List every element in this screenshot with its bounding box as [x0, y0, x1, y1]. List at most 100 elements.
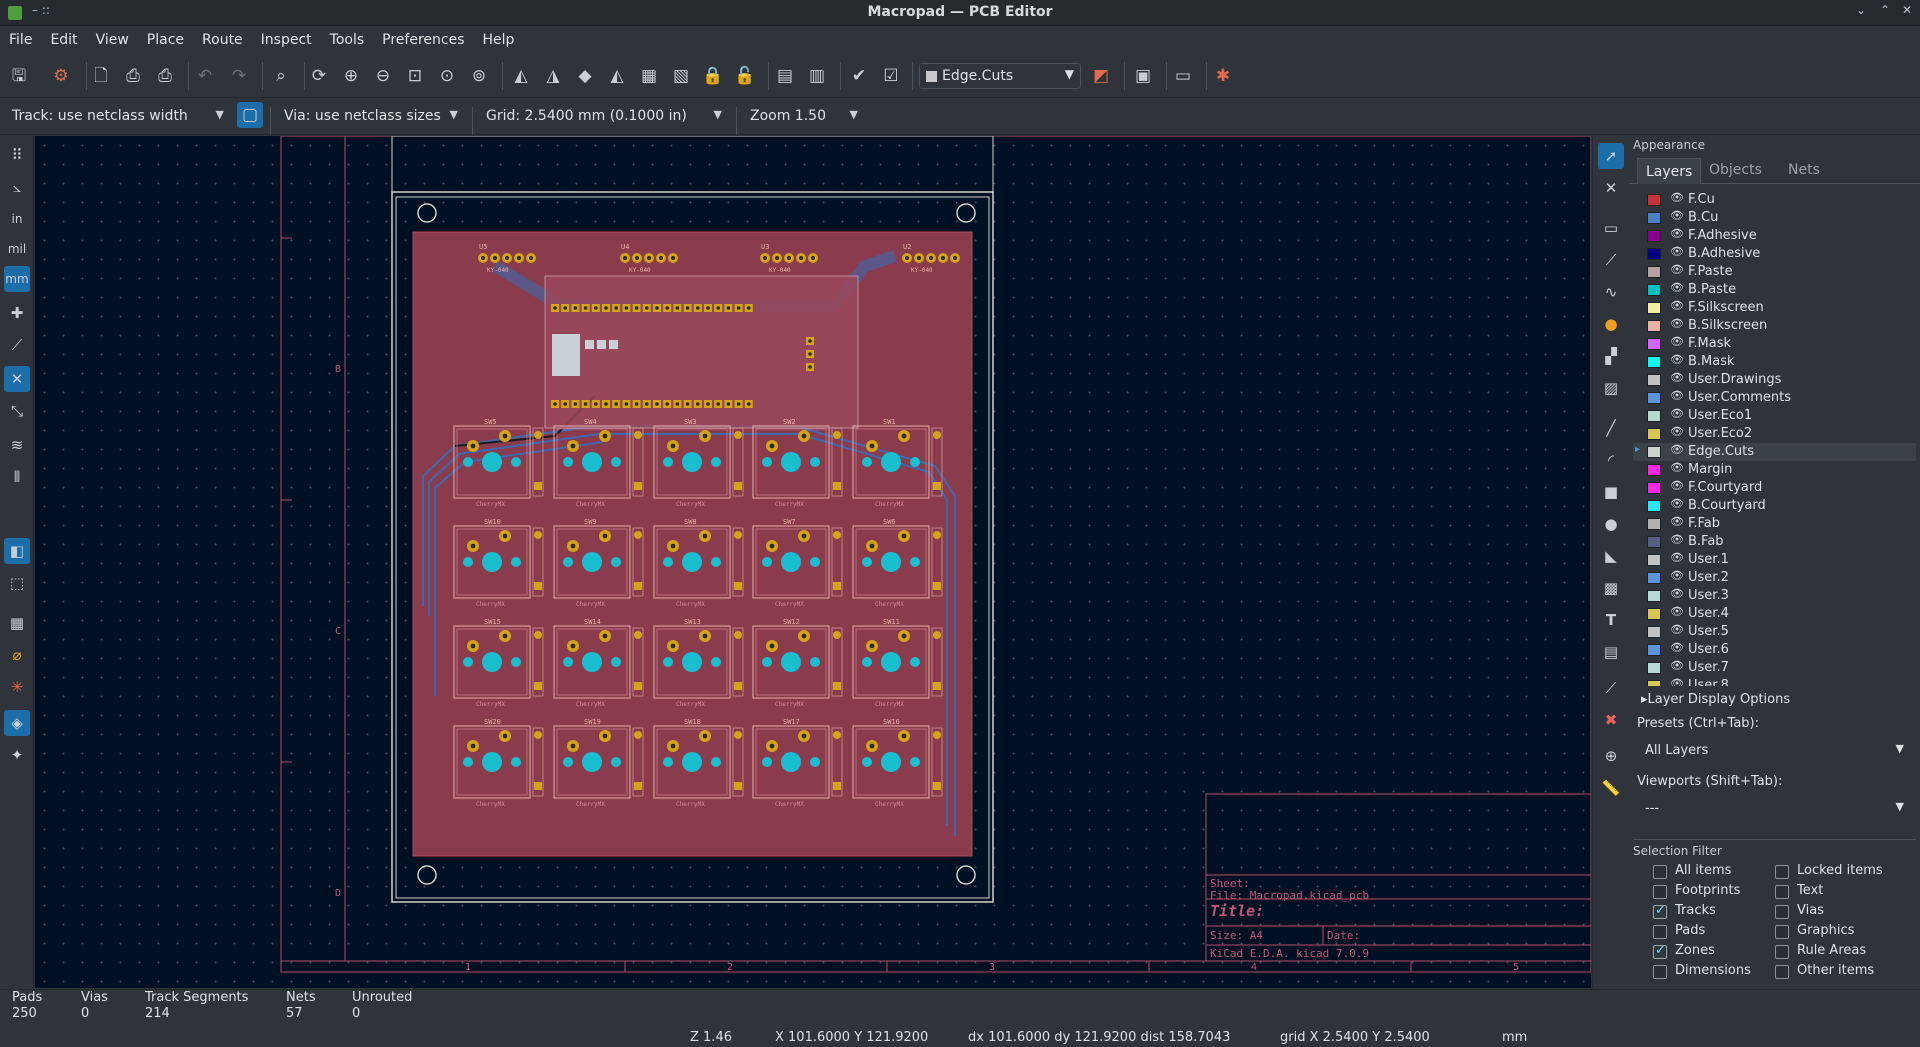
layer-row[interactable]: 👁 Margin	[1633, 461, 1916, 479]
eye-icon[interactable]: 👁	[1670, 569, 1684, 582]
layer-row[interactable]: 👁 User.8	[1633, 677, 1916, 686]
layer-color-swatch[interactable]	[1647, 284, 1661, 296]
tab-nets[interactable]: Nets	[1788, 162, 1820, 178]
checkbox[interactable]	[1775, 945, 1789, 959]
layer-color-swatch[interactable]	[1647, 572, 1661, 584]
eye-icon[interactable]: 👁	[1670, 605, 1684, 618]
eye-icon[interactable]: 👁	[1670, 389, 1684, 402]
find-icon[interactable]: ⌕	[268, 63, 294, 89]
units-inch-icon[interactable]: in	[4, 206, 30, 232]
unlock-icon[interactable]: 🔓	[732, 63, 758, 89]
rotate-ccw-icon[interactable]: ◭	[508, 63, 534, 89]
checkbox[interactable]	[1775, 965, 1789, 979]
eye-icon[interactable]: 👁	[1670, 443, 1684, 456]
menu-route[interactable]: Route	[193, 27, 252, 48]
layer-row[interactable]: 👁 User.Eco1	[1633, 407, 1916, 425]
layer-row[interactable]: 👁 User.7	[1633, 659, 1916, 677]
eye-icon[interactable]: 👁	[1670, 335, 1684, 348]
layer-color-swatch[interactable]	[1647, 338, 1661, 350]
checkbox[interactable]	[1775, 905, 1789, 919]
outline-mode-icon[interactable]: ✳	[4, 674, 30, 700]
draw-line-icon[interactable]: ╱	[1598, 415, 1624, 441]
rule-area-icon[interactable]: ▨	[1598, 375, 1624, 401]
add-textbox-icon[interactable]: ▤	[1598, 639, 1624, 665]
layer-color-swatch[interactable]	[1647, 680, 1661, 686]
tab-layers[interactable]: Layers	[1637, 158, 1702, 184]
set-origin-icon[interactable]: ⊕	[1598, 743, 1624, 769]
layer-row[interactable]: 👁 B.Silkscreen	[1633, 317, 1916, 335]
layer-color-swatch[interactable]	[1647, 644, 1661, 656]
eye-icon[interactable]: 👁	[1670, 425, 1684, 438]
checkbox[interactable]	[1653, 943, 1667, 959]
layer-row[interactable]: 👁 F.Mask	[1633, 335, 1916, 353]
via-size-select[interactable]: Via: use netclass sizes ▼	[274, 105, 464, 129]
delete-tool-icon[interactable]: ✖	[1598, 707, 1624, 733]
tab-objects[interactable]: Objects	[1709, 162, 1762, 178]
draw-arc-icon[interactable]: ◜	[1598, 447, 1624, 473]
layer-color-swatch[interactable]	[1647, 410, 1661, 422]
checkbox[interactable]	[1653, 903, 1667, 919]
refresh-icon[interactable]: ⟳	[306, 63, 332, 89]
layer-row[interactable]: 👁 User.2	[1633, 569, 1916, 587]
add-image-icon[interactable]: ▩	[1598, 575, 1624, 601]
units-mm-icon[interactable]: mm	[4, 266, 30, 292]
layer-row[interactable]: 👁 User.Comments	[1633, 389, 1916, 407]
layer-row[interactable]: 👁 F.Fab	[1633, 515, 1916, 533]
layer-row[interactable]: 👁 B.Courtyard	[1633, 497, 1916, 515]
layer-color-swatch[interactable]	[1647, 248, 1661, 260]
checkbox[interactable]	[1775, 865, 1789, 879]
layer-color-swatch[interactable]	[1647, 446, 1661, 458]
layer-color-swatch[interactable]	[1647, 302, 1661, 314]
eye-icon[interactable]: 👁	[1670, 587, 1684, 600]
menu-tools[interactable]: Tools	[321, 27, 374, 48]
layer-row[interactable]: 👁 User.3	[1633, 587, 1916, 605]
layer-color-swatch[interactable]	[1647, 392, 1661, 404]
drc-check-icon[interactable]: ☑	[878, 63, 904, 89]
measure-icon[interactable]: 📏	[1598, 775, 1624, 801]
menu-view[interactable]: View	[87, 27, 138, 48]
lock-icon[interactable]: 🔒	[700, 63, 726, 89]
layer-row[interactable]: 👁 User.Drawings	[1633, 371, 1916, 389]
high-contrast-icon[interactable]: ◧	[4, 538, 30, 564]
layer-display-options[interactable]: ▸Layer Display Options	[1641, 692, 1790, 707]
eye-icon[interactable]: 👁	[1670, 497, 1684, 510]
print-icon[interactable]: ⎙	[120, 63, 146, 89]
zone-display-icon[interactable]: ≋	[4, 432, 30, 458]
save-icon[interactable]: 🖫	[6, 63, 32, 89]
add-text-icon[interactable]: T	[1598, 607, 1624, 633]
add-via-icon[interactable]: ●	[1598, 311, 1624, 337]
net-inspector-icon[interactable]: ⬚	[4, 570, 30, 596]
layer-pair-icon[interactable]: ◩	[1088, 63, 1114, 89]
presets-select[interactable]: All Layers ▼	[1637, 738, 1912, 764]
menu-edit[interactable]: Edit	[41, 27, 86, 48]
menu-place[interactable]: Place	[138, 27, 193, 48]
layer-color-swatch[interactable]	[1647, 212, 1661, 224]
cursor-style-icon[interactable]: ✚	[4, 300, 30, 326]
plugin-icon[interactable]: ✱	[1210, 63, 1236, 89]
active-layer-selector[interactable]: Edge.Cuts ▼	[919, 63, 1081, 89]
footprint-browser-icon[interactable]: ▥	[804, 63, 830, 89]
flip-icon[interactable]: ◆	[572, 63, 598, 89]
eye-icon[interactable]: 👁	[1670, 461, 1684, 474]
layer-color-swatch[interactable]	[1647, 194, 1661, 206]
curved-ratsnest-icon[interactable]: ⤡	[4, 398, 30, 424]
zoom-select[interactable]: Zoom 1.50 ▼	[740, 105, 864, 129]
viewports-select[interactable]: --- ▼	[1637, 796, 1912, 822]
checkbox[interactable]	[1653, 865, 1667, 879]
grid-toggle-icon[interactable]: ⠿	[4, 142, 30, 168]
polar-coords-icon[interactable]: ⦣	[4, 174, 30, 200]
eye-icon[interactable]: 👁	[1670, 191, 1684, 204]
local-ratsnest-icon[interactable]: ✕	[1598, 175, 1624, 201]
scripting-console-icon[interactable]: ▣	[1130, 63, 1156, 89]
layer-row[interactable]: 👁 B.Fab	[1633, 533, 1916, 551]
minimize-icon[interactable]: ⌄	[1856, 3, 1866, 17]
layer-color-swatch[interactable]	[1647, 320, 1661, 332]
eye-icon[interactable]: 👁	[1670, 623, 1684, 636]
layer-row[interactable]: 👁 B.Paste	[1633, 281, 1916, 299]
eye-icon[interactable]: 👁	[1670, 317, 1684, 330]
track-display-icon[interactable]: ⌀	[4, 642, 30, 668]
menu-inspect[interactable]: Inspect	[252, 27, 321, 48]
via-display-icon[interactable]: ▦	[4, 610, 30, 636]
eye-icon[interactable]: 👁	[1670, 263, 1684, 276]
eye-icon[interactable]: 👁	[1670, 659, 1684, 672]
